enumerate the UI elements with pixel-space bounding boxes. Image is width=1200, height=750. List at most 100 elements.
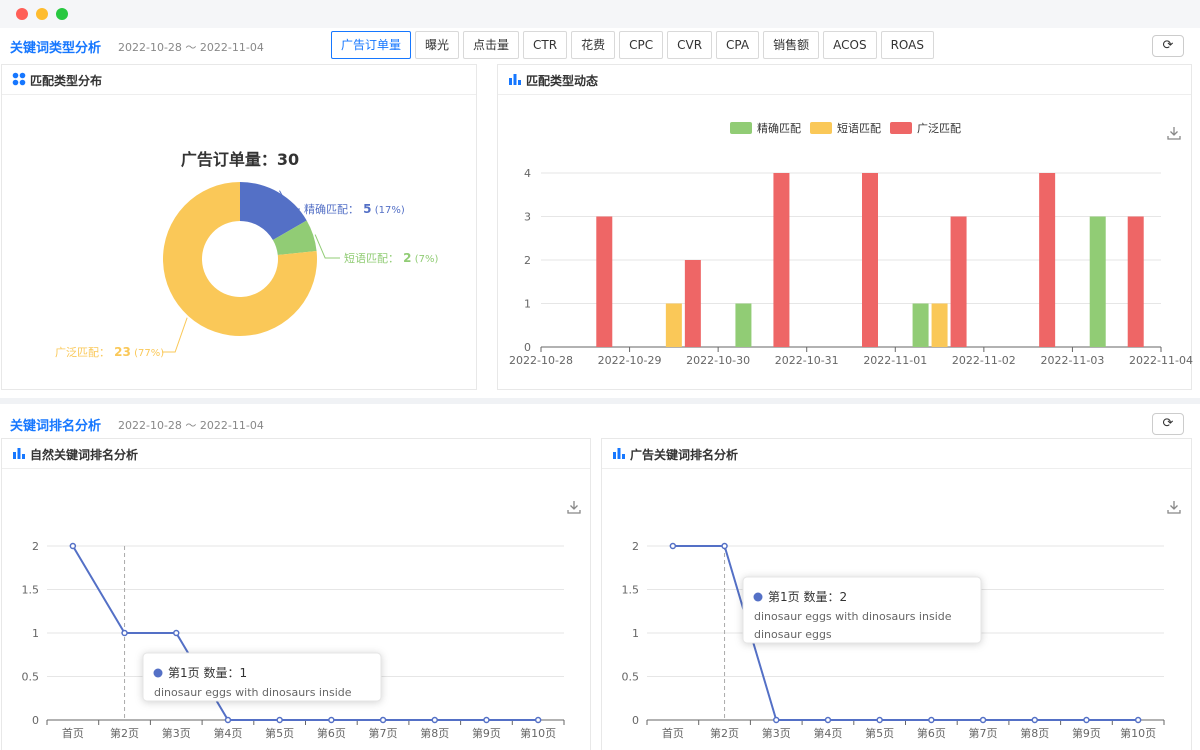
organic-keyword-rank-panel: 自然关键词排名分析 0 0.5 1 1.5 2 首页 第2页 第3页 第4页 第5页 第6页 第7页第… (1, 438, 591, 750)
x-tick-label: 第2页 (110, 726, 139, 740)
x-tick-label: 首页 (662, 726, 684, 740)
y-tick-label: 4 (524, 167, 531, 180)
tooltip-label: 第1页 数量： (168, 665, 239, 680)
data-point (69, 542, 77, 550)
x-tick-label: 第7页 (369, 726, 398, 740)
metric-tab[interactable]: ACOS (823, 31, 877, 59)
x-tick-label: 第3页 (762, 726, 791, 740)
pie-slice-name: 短语匹配： (344, 251, 399, 265)
refresh-button[interactable]: ⟳ (1152, 35, 1184, 57)
window-titlebar (0, 0, 1200, 28)
legend-swatch (730, 122, 752, 134)
organic-rank-line-chart: 0 0.5 1 1.5 2 首页 第2页 第3页 第4页 第5页 第6页 第7页 第8页 第9页 第10页 第… (22, 540, 565, 740)
pie-chart: 广告订单量：30 精确匹配： 5 (17%) 短语匹配： 2 (7%) 广泛匹配： 2… (55, 150, 438, 359)
legend-label: 广泛匹配 (917, 122, 961, 135)
tooltip-keyword: dinosaur eggs with dinosaurs inside (154, 686, 352, 699)
x-tick-label: 2022-10-30 (686, 354, 750, 367)
metric-tab[interactable]: CVR (667, 31, 713, 59)
data-point (979, 716, 987, 724)
y-tick-label: 0 (524, 341, 531, 354)
x-tick-label: 第10页 (520, 726, 556, 740)
tooltip-keyword: dinosaur eggs with dinosaurs inside (754, 610, 952, 623)
bar-chart: 0 1 2 3 4 2022-10-28 2022-10-29 2022-10-30 2022-… (509, 121, 1193, 367)
tooltip-title: 第1页 数量：1 (168, 665, 247, 680)
data-point (379, 716, 387, 724)
section-title: 关键词排名分析 (10, 419, 102, 434)
data-point (431, 716, 438, 724)
metric-tab[interactable]: CTR (523, 31, 568, 59)
bar (1089, 216, 1106, 347)
data-point (328, 716, 335, 724)
match-type-trend-panel: 匹配类型动态 0 1 2 3 4 2022-10-28 2022-10-29 2022-10-… (497, 64, 1193, 390)
pie-slice-label: 精确匹配： 5 (17%) (304, 202, 405, 216)
bar (862, 173, 878, 347)
metric-tab[interactable]: 广告订单量 (331, 31, 412, 59)
x-tick-label: 第8页 (1020, 726, 1049, 740)
x-tick-label: 第2页 (710, 726, 739, 740)
data-point (824, 716, 832, 724)
y-tick-label: 0.5 (22, 671, 40, 684)
x-tick-label: 第9页 (472, 726, 501, 740)
bar (596, 216, 613, 347)
data-point (276, 716, 283, 724)
tooltip: 第1页 数量：1 dinosaur eggs with dinosaurs ins… (142, 652, 382, 702)
pie-slice-percent: (7%) (412, 254, 439, 265)
data-point (928, 716, 935, 724)
data-point (224, 716, 232, 724)
bar (1039, 173, 1056, 347)
ad-keyword-rank-panel: 广告关键词排名分析 0 0.5 1 1.5 2 首页 第2页 第3页 第4页 第5页 第6页 第7页第… (601, 438, 1192, 750)
x-tick-label: 2022-10-29 (598, 354, 662, 367)
data-point (773, 716, 780, 724)
y-tick-label: 1.5 (622, 584, 640, 597)
tooltip-value: 2 (839, 590, 847, 604)
x-tick-label: 第5页 (865, 726, 894, 740)
x-tick-label: 2022-10-28 (509, 354, 573, 367)
minimize-window-button[interactable] (36, 8, 48, 20)
tooltip-value: 1 (239, 666, 247, 680)
section-title: 关键词类型分析 (10, 41, 102, 56)
close-window-button[interactable] (16, 8, 28, 20)
pie-label-line (314, 234, 340, 259)
x-tick-label: 第5页 (265, 726, 294, 740)
x-tick-label: 2022-11-04 (1129, 354, 1193, 367)
pie-slice-value: 23 (110, 345, 131, 359)
metric-tab[interactable]: 点击量 (463, 31, 520, 59)
ad-rank-line-chart: 0 0.5 1 1.5 2 首页 第2页 第3页 第4页 第5页 第6页 第7页 第8页 第9页 第10页 第… (622, 540, 1165, 740)
date-range: 2022-10-28 ～ 2022-11-04 (118, 41, 264, 54)
match-type-distribution-panel: 匹配类型分布 广告订单量：30 精确匹配： 5 (17%) 短语匹配： 2 (7%)… (1, 64, 477, 390)
metric-tab[interactable]: CPC (619, 31, 664, 59)
maximize-window-button[interactable] (56, 8, 68, 20)
y-tick-label: 1 (632, 627, 639, 640)
refresh-icon: ⟳ (1162, 416, 1174, 431)
x-tick-label: 第6页 (917, 726, 946, 740)
x-tick-label: 首页 (62, 726, 84, 740)
tooltip-marker (753, 592, 763, 602)
pie-slice-label: 短语匹配： 2 (7%) (344, 251, 438, 265)
x-tick-label: 第3页 (162, 726, 191, 740)
metric-tab[interactable]: 销售额 (763, 31, 820, 59)
data-point (876, 716, 883, 724)
y-tick-label: 0.5 (622, 671, 640, 684)
metric-tab[interactable]: 花费 (571, 31, 616, 59)
refresh-button[interactable]: ⟳ (1152, 413, 1184, 435)
pie-slice-name: 广泛匹配： (55, 346, 110, 359)
pie-label-line (162, 317, 188, 353)
metric-tab[interactable]: 曝光 (415, 31, 460, 59)
legend-label: 精确匹配 (757, 122, 801, 135)
pie-slice-percent: (17%) (372, 205, 405, 216)
y-tick-label: 3 (524, 211, 531, 224)
metric-tab[interactable]: ROAS (880, 31, 934, 59)
x-tick-label: 2022-11-01 (863, 354, 927, 367)
x-tick-label: 第9页 (1072, 726, 1101, 740)
metric-tab[interactable]: CPA (716, 31, 760, 59)
pie-slice-value: 5 (359, 202, 372, 216)
bar (931, 303, 948, 347)
y-tick-label: 2 (32, 540, 39, 553)
data-point (121, 629, 128, 637)
data-point (1134, 716, 1142, 724)
y-tick-label: 1 (32, 627, 39, 640)
tooltip: 第1页 数量：2 dinosaur eggs with dinosaurs ins… (742, 576, 982, 644)
legend-swatch (810, 122, 832, 134)
tooltip-title: 第1页 数量：2 (768, 589, 847, 604)
bar (684, 260, 701, 347)
